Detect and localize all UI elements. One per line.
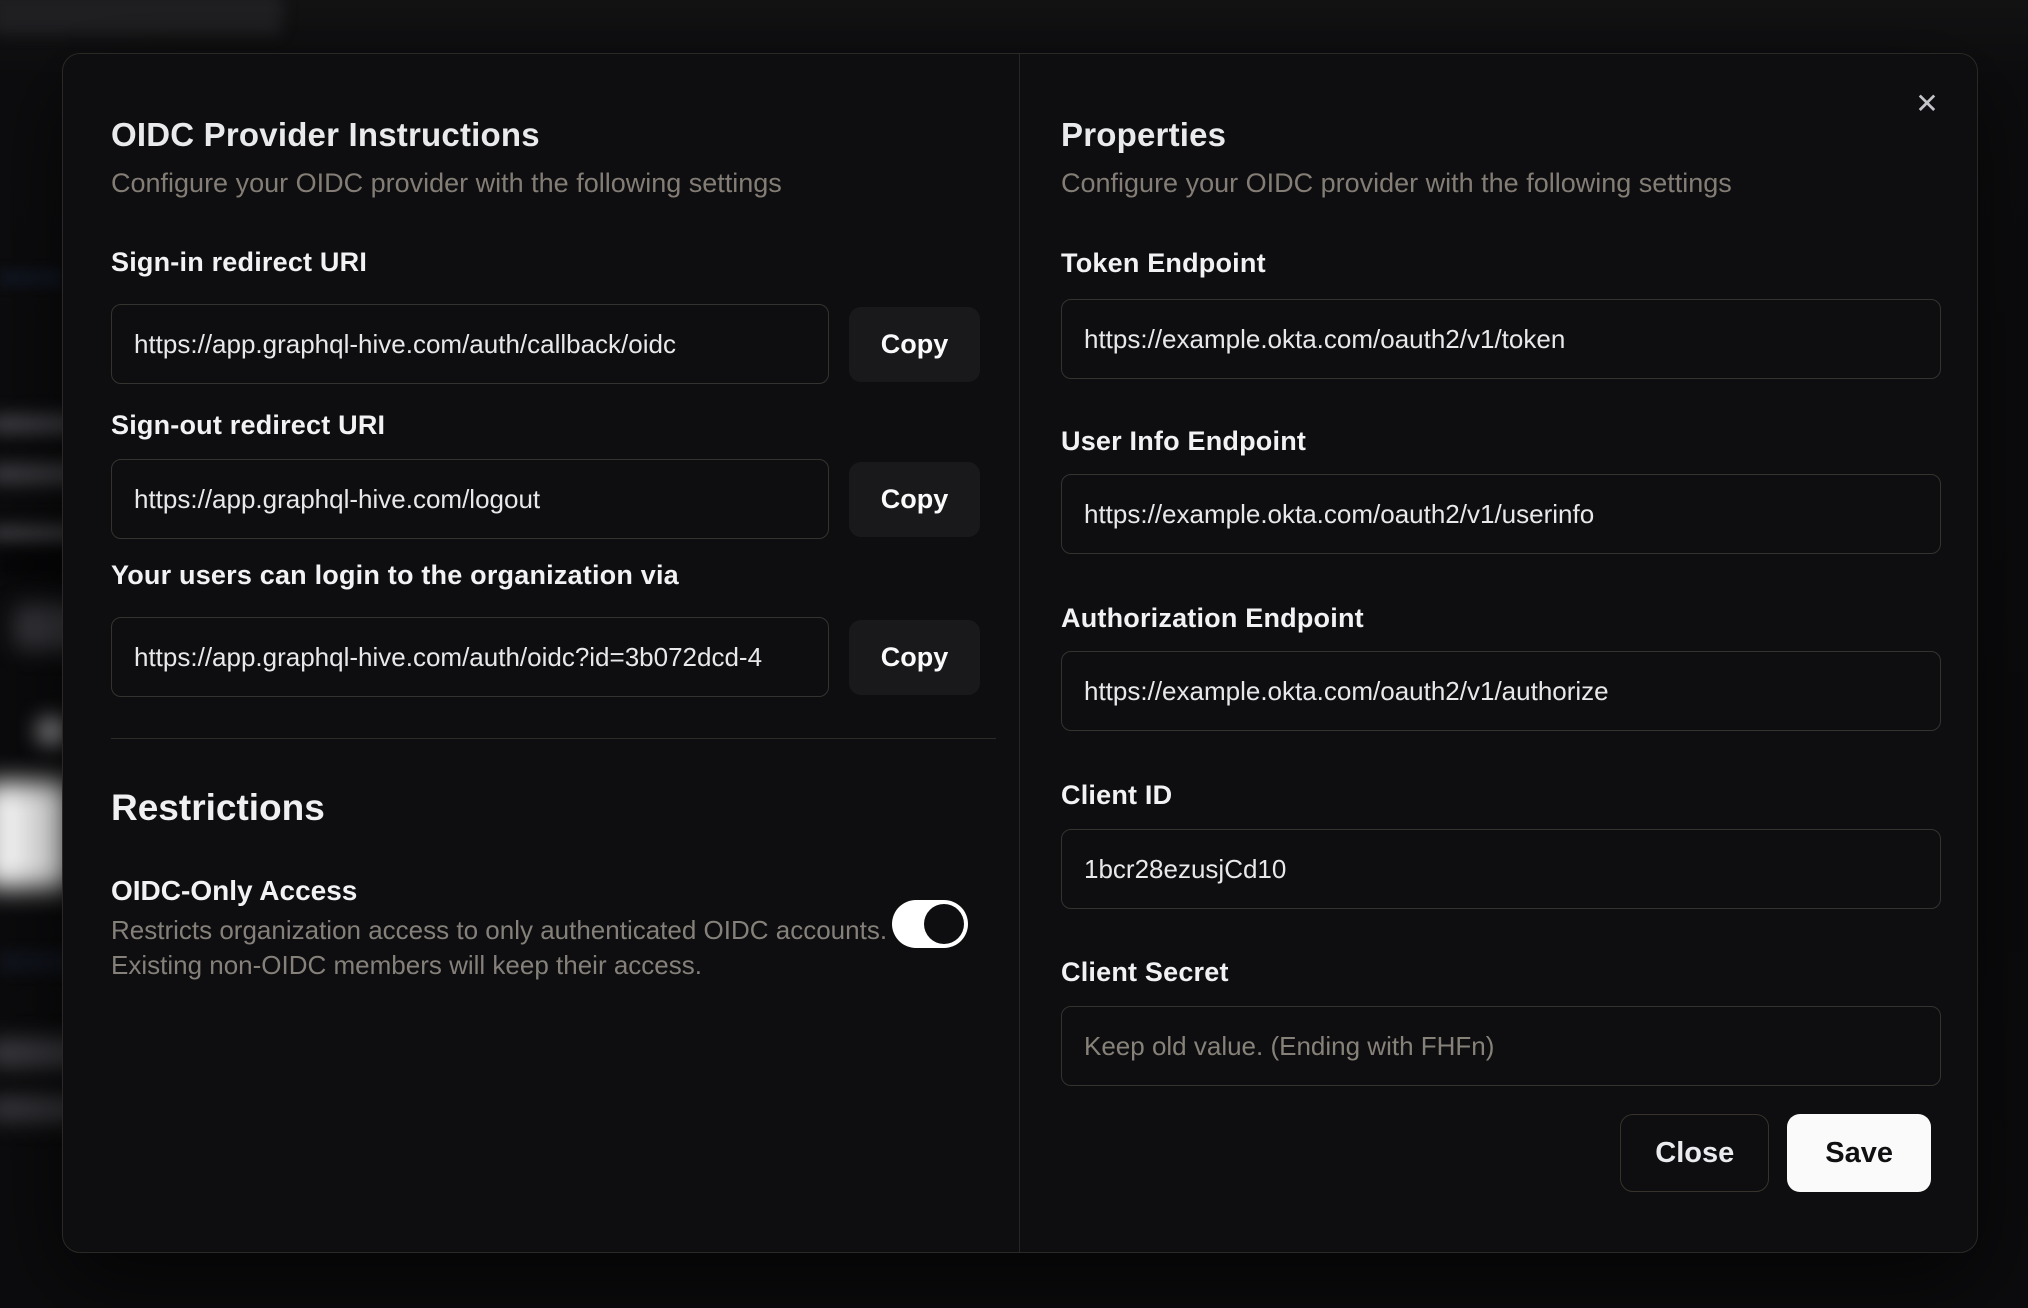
client-secret-label: Client Secret: [1061, 957, 1229, 987]
properties-subtitle: Configure your OIDC provider with the fo…: [1061, 168, 1732, 198]
oidc-only-access-label: OIDC-Only Access: [111, 875, 358, 906]
organization-login-uri-input[interactable]: [111, 617, 829, 697]
oidc-only-access-description: Restricts organization access to only au…: [111, 915, 888, 980]
organization-login-uri-row: Copy: [111, 617, 980, 697]
user-info-endpoint-input[interactable]: [1061, 474, 1941, 554]
toggle-thumb: [924, 904, 964, 944]
sign-out-redirect-uri-label: Sign-out redirect URI: [111, 410, 386, 440]
copy-sign-out-uri-button[interactable]: Copy: [849, 461, 980, 537]
background-blur-band-1: [0, 268, 62, 288]
organization-login-uri-label: Your users can login to the organization…: [111, 560, 679, 590]
column-divider: [1019, 54, 1020, 1252]
client-id-input[interactable]: [1061, 829, 1941, 909]
token-endpoint-input[interactable]: [1061, 299, 1941, 379]
client-id-label: Client ID: [1061, 780, 1173, 810]
sign-out-redirect-uri-input[interactable]: [111, 459, 829, 539]
sign-out-redirect-uri-row: Copy: [111, 459, 980, 539]
section-divider: [111, 738, 996, 739]
properties-title: Properties: [1061, 116, 1227, 153]
sign-in-redirect-uri-input[interactable]: [111, 304, 829, 384]
instructions-column: OIDC Provider Instructions Configure you…: [111, 54, 996, 1252]
copy-login-uri-button[interactable]: Copy: [849, 619, 980, 695]
background-blur-topbar: [0, 0, 282, 34]
user-info-endpoint-label: User Info Endpoint: [1061, 426, 1307, 456]
properties-column: Properties Configure your OIDC provider …: [1061, 54, 1941, 1252]
restrictions-title: Restrictions: [111, 787, 325, 828]
sign-in-redirect-uri-row: Copy: [111, 304, 980, 384]
dialog-actions: Close Save: [1620, 1114, 1931, 1192]
background-blur-white-button: [0, 782, 70, 888]
client-secret-input[interactable]: [1061, 1006, 1941, 1086]
close-button[interactable]: Close: [1620, 1114, 1770, 1192]
sign-in-redirect-uri-label: Sign-in redirect URI: [111, 247, 368, 277]
instructions-title: OIDC Provider Instructions: [111, 116, 540, 153]
oidc-only-toggle[interactable]: [892, 900, 968, 948]
authorization-endpoint-label: Authorization Endpoint: [1061, 603, 1364, 633]
instructions-subtitle: Configure your OIDC provider with the fo…: [111, 168, 782, 198]
oidc-settings-dialog: ✕ OIDC Provider Instructions Configure y…: [62, 53, 1978, 1253]
authorization-endpoint-input[interactable]: [1061, 651, 1941, 731]
copy-sign-in-uri-button[interactable]: Copy: [849, 306, 980, 382]
save-button[interactable]: Save: [1787, 1114, 1931, 1192]
token-endpoint-label: Token Endpoint: [1061, 248, 1266, 278]
